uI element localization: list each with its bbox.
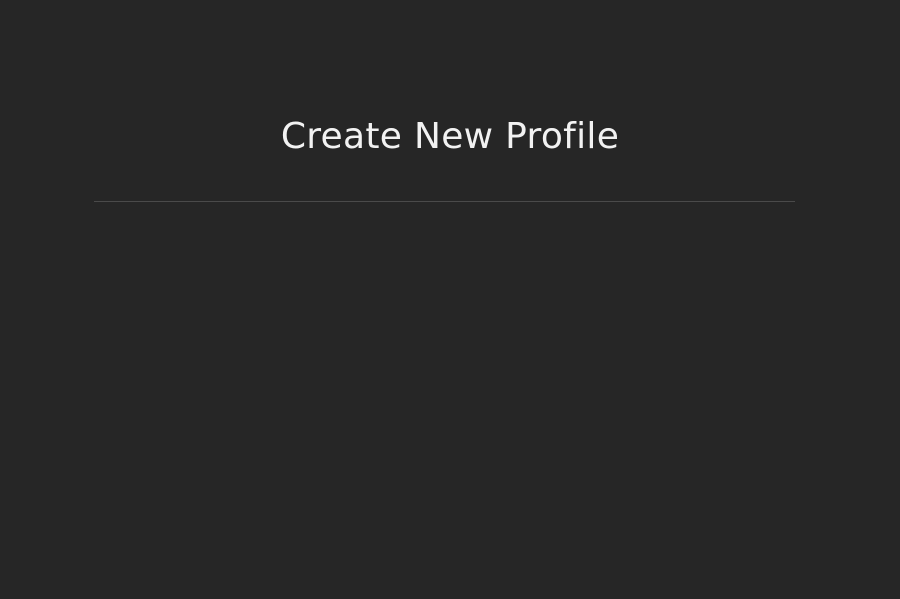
page-title: Create New Profile xyxy=(280,116,620,157)
profile-form-area xyxy=(94,202,795,599)
create-profile-screen: Create New Profile xyxy=(0,0,900,599)
